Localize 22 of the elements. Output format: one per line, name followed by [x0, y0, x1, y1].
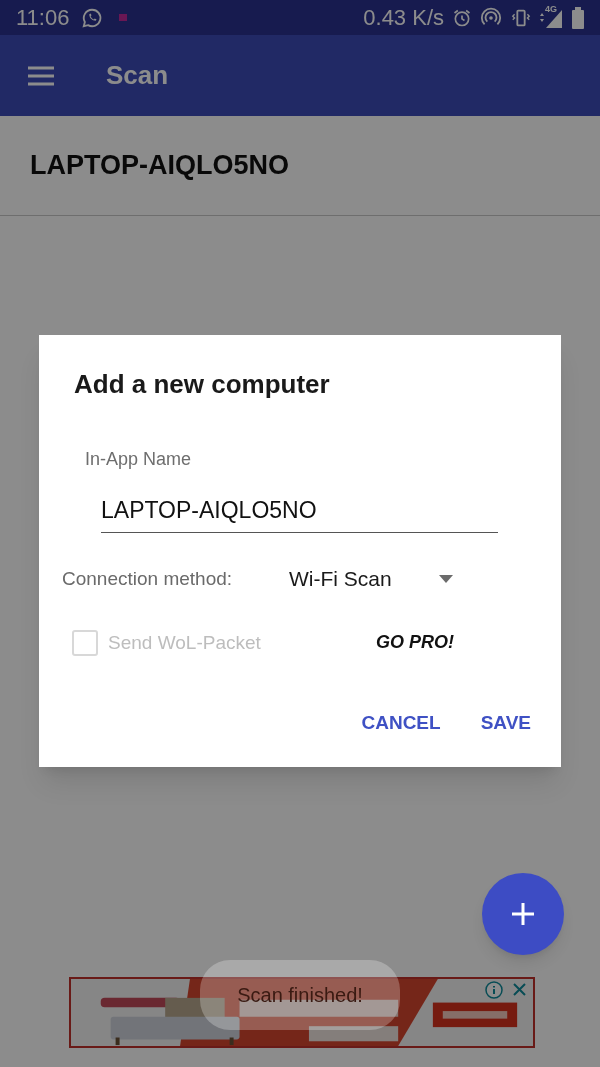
chat-icon — [81, 6, 104, 29]
caret-icon — [439, 574, 453, 583]
plus-icon — [512, 903, 534, 925]
app-title: Scan — [106, 59, 169, 92]
checkbox-label: Send WoL-Packet — [108, 630, 262, 655]
close-icon[interactable] — [512, 982, 527, 997]
network-speed: 0.43 K/s — [363, 4, 444, 32]
dialog-button[interactable]: SAVE — [470, 701, 541, 746]
pro-label: GO PRO! — [376, 631, 454, 655]
field-label: In-App Name — [85, 448, 193, 471]
notification-icon — [119, 14, 128, 21]
name-field[interactable]: LAPTOP-AIQLO5NO — [101, 493, 498, 533]
battery-icon — [572, 6, 584, 29]
info-icon[interactable] — [485, 981, 503, 999]
connection-dropdown[interactable]: Wi-Fi Scan — [289, 563, 453, 595]
alarm-icon — [452, 7, 472, 28]
computer-name[interactable]: LAPTOP-AIQLO5NO — [30, 145, 290, 186]
connection-label: Connection method: — [62, 566, 234, 591]
status-time: 11:06 — [16, 4, 70, 32]
menu-icon[interactable] — [28, 65, 54, 86]
dialog-title: Add a new computer — [74, 368, 331, 401]
dialog-button[interactable]: CANCEL — [351, 701, 451, 746]
